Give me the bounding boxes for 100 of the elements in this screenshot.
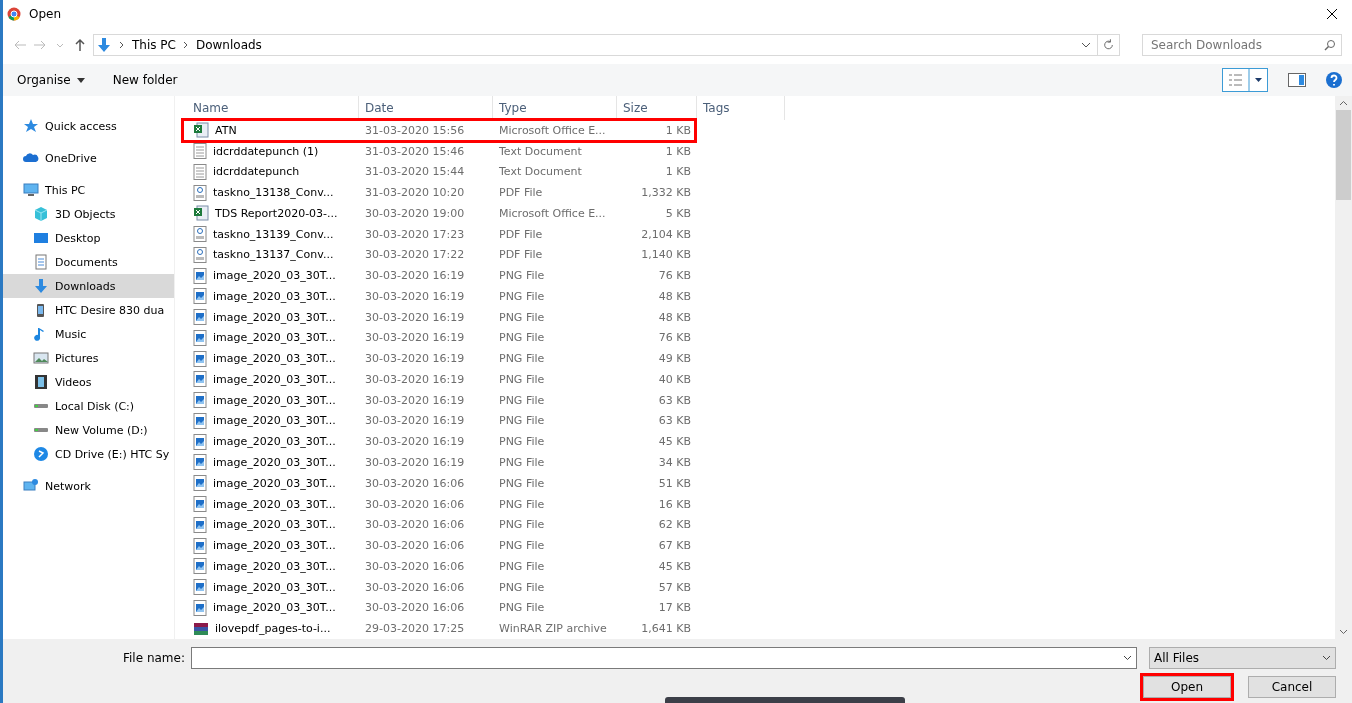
file-date: 30-03-2020 16:19 bbox=[364, 372, 466, 386]
file-date: 30-03-2020 16:19 bbox=[364, 289, 466, 303]
breadcrumb[interactable]: This PC bbox=[132, 38, 176, 52]
nav-item[interactable]: Network bbox=[3, 474, 174, 498]
file-row[interactable]: image_2020_03_30T... 30-03-2020 16:06 PNG File 16 KB bbox=[183, 493, 1335, 515]
file-name: image_2020_03_30T... bbox=[187, 516, 359, 533]
nav-item[interactable]: HTC Desire 830 dua bbox=[3, 298, 174, 322]
file-row[interactable]: image_2020_03_30T... 30-03-2020 16:06 PNG File 67 KB bbox=[183, 535, 1335, 556]
file-type-dropdown[interactable]: All Files bbox=[1149, 647, 1336, 669]
nav-item[interactable]: Quick access bbox=[3, 114, 174, 138]
file-row[interactable]: image_2020_03_30T... 30-03-2020 16:19 PNG File 34 KB bbox=[183, 452, 1335, 473]
nav-item[interactable]: Videos bbox=[3, 370, 174, 394]
file-size: 17 KB bbox=[657, 601, 692, 615]
up-chevron-icon[interactable] bbox=[1339, 100, 1348, 106]
file-type: PNG File bbox=[498, 372, 546, 386]
file-type: WinRAR ZIP archive bbox=[498, 622, 608, 636]
file-date: 29-03-2020 17:25 bbox=[364, 622, 466, 636]
file-row[interactable]: image_2020_03_30T... 30-03-2020 16:06 PNG File 51 KB bbox=[183, 472, 1335, 494]
back-arrow-icon[interactable] bbox=[13, 38, 27, 52]
file-row[interactable]: image_2020_03_30T... 30-03-2020 16:19 PNG File 63 KB bbox=[183, 410, 1335, 432]
image-file-icon bbox=[193, 371, 207, 388]
file-row[interactable]: taskno_13139_Conv... 30-03-2020 17:23 PDF File 2,104 KB bbox=[183, 223, 1335, 245]
file-date: 30-03-2020 16:19 bbox=[364, 269, 466, 283]
file-row[interactable]: image_2020_03_30T... 30-03-2020 16:19 PNG File 40 KB bbox=[183, 369, 1335, 390]
organise-button[interactable]: Organise bbox=[17, 73, 85, 87]
nav-item[interactable]: 3D Objects bbox=[3, 202, 174, 226]
up-arrow-icon[interactable] bbox=[73, 38, 87, 52]
chevron-icon bbox=[181, 41, 190, 49]
address-bar[interactable]: This PC Downloads bbox=[93, 34, 1120, 56]
nav-item[interactable]: This PC bbox=[3, 178, 174, 202]
nav-item[interactable]: New Volume (D:) bbox=[3, 418, 174, 442]
nav-item[interactable]: Music bbox=[3, 322, 174, 346]
file-row[interactable]: image_2020_03_30T... 30-03-2020 16:19 PNG File 45 KB bbox=[183, 431, 1335, 453]
file-size: 45 KB bbox=[657, 435, 692, 449]
file-name: image_2020_03_30T... bbox=[187, 579, 359, 596]
dropdown-chevron-icon[interactable] bbox=[1081, 41, 1091, 49]
file-row[interactable]: ilovepdf_pages-to-i... 29-03-2020 17:25 WinRAR ZIP archive 1,641 KB bbox=[183, 618, 1335, 639]
file-row[interactable]: image_2020_03_30T... 30-03-2020 16:19 PNG File 49 KB bbox=[183, 348, 1335, 370]
breadcrumb[interactable]: Downloads bbox=[195, 38, 262, 52]
file-row[interactable]: image_2020_03_30T... 30-03-2020 16:19 PNG File 76 KB bbox=[183, 265, 1335, 286]
cancel-button[interactable]: Cancel bbox=[1248, 676, 1336, 698]
file-row[interactable]: idcrddatepunch (1) 31-03-2020 15:46 Text Document 1 KB bbox=[183, 140, 1335, 162]
pdf-file-icon bbox=[193, 226, 207, 243]
column-header[interactable]: Size bbox=[617, 96, 697, 120]
file-row[interactable]: idcrddatepunch 31-03-2020 15:44 Text Document 1 KB bbox=[183, 161, 1335, 183]
nav-item[interactable]: CD Drive (E:) HTC Sy bbox=[3, 442, 174, 466]
scrollbar[interactable] bbox=[1335, 96, 1352, 639]
file-row[interactable]: image_2020_03_30T... 30-03-2020 16:19 PNG File 48 KB bbox=[183, 286, 1335, 307]
file-row[interactable]: image_2020_03_30T... 30-03-2020 16:06 PNG File 62 KB bbox=[183, 514, 1335, 536]
file-date: 31-03-2020 15:44 bbox=[364, 165, 466, 179]
preview-pane-icon[interactable] bbox=[1288, 73, 1306, 87]
file-date: 30-03-2020 16:06 bbox=[364, 518, 466, 532]
nav-item[interactable]: Downloads bbox=[3, 274, 174, 298]
nav-item[interactable]: Desktop bbox=[3, 226, 174, 250]
file-name: TDS Report2020-03-... bbox=[187, 205, 359, 222]
image-file-icon bbox=[193, 558, 207, 575]
file-size: 1 KB bbox=[664, 123, 692, 137]
file-type: PDF File bbox=[498, 248, 544, 262]
scroll-thumb[interactable] bbox=[1336, 110, 1351, 200]
file-name: image_2020_03_30T... bbox=[187, 475, 359, 492]
forward-arrow-icon[interactable] bbox=[33, 38, 47, 52]
search-field[interactable]: Search Downloads bbox=[1142, 34, 1342, 56]
new-folder-button[interactable]: New folder bbox=[112, 73, 178, 87]
search-icon bbox=[1324, 39, 1336, 51]
spreadsheet-file-icon bbox=[193, 205, 209, 222]
file-row[interactable]: TDS Report2020-03-... 30-03-2020 19:00 Microsoft Office E... 5 KB bbox=[183, 202, 1335, 224]
column-header[interactable]: Type bbox=[493, 96, 617, 120]
column-header[interactable]: Date bbox=[359, 96, 493, 120]
file-row[interactable]: taskno_13137_Conv... 30-03-2020 17:22 PDF File 1,140 KB bbox=[183, 244, 1335, 266]
help-icon[interactable] bbox=[1326, 72, 1342, 88]
nav-item[interactable]: OneDrive bbox=[3, 146, 174, 170]
file-name-field[interactable] bbox=[190, 647, 1137, 669]
nav-item[interactable]: Pictures bbox=[3, 346, 174, 370]
file-type: PNG File bbox=[498, 456, 546, 469]
file-row[interactable]: image_2020_03_30T... 30-03-2020 16:19 PNG File 63 KB bbox=[183, 389, 1335, 411]
file-type: PNG File bbox=[498, 414, 546, 428]
network-icon bbox=[23, 478, 39, 494]
file-row[interactable]: image_2020_03_30T... 30-03-2020 16:06 PNG File 45 KB bbox=[183, 555, 1335, 577]
pdf-file-icon bbox=[193, 184, 207, 201]
desktop-icon bbox=[33, 230, 49, 246]
cube-icon bbox=[33, 206, 49, 222]
file-row[interactable]: taskno_13138_Conv... 31-03-2020 10:20 PDF File 1,332 KB bbox=[183, 182, 1335, 203]
down-chevron-icon[interactable] bbox=[1339, 629, 1348, 635]
nav-item[interactable]: Documents bbox=[3, 250, 174, 274]
file-row[interactable]: image_2020_03_30T... 30-03-2020 16:19 PNG File 48 KB bbox=[183, 306, 1335, 328]
file-size: 1,140 KB bbox=[640, 248, 692, 262]
column-header[interactable]: Tags bbox=[697, 96, 785, 120]
file-row[interactable]: image_2020_03_30T... 30-03-2020 16:06 PNG File 17 KB bbox=[183, 597, 1335, 619]
highlighted-file-row[interactable]: ATN 31-03-2020 15:56 Microsoft Office E... 1 KB bbox=[183, 119, 695, 141]
file-type: PNG File bbox=[498, 580, 546, 594]
image-file-icon bbox=[193, 412, 207, 429]
file-size: 16 KB bbox=[657, 497, 692, 511]
image-file-icon bbox=[193, 329, 207, 346]
close-icon bbox=[1326, 8, 1338, 20]
file-row[interactable]: image_2020_03_30T... 30-03-2020 16:06 PNG File 57 KB bbox=[183, 576, 1335, 598]
file-row[interactable]: image_2020_03_30T... 30-03-2020 16:19 PNG File 76 KB bbox=[183, 327, 1335, 349]
open-button[interactable]: Open bbox=[1140, 673, 1234, 701]
nav-item[interactable]: Local Disk (C:) bbox=[3, 394, 174, 418]
view-options-icon[interactable] bbox=[1222, 68, 1268, 92]
column-header[interactable]: Name bbox=[187, 96, 359, 120]
